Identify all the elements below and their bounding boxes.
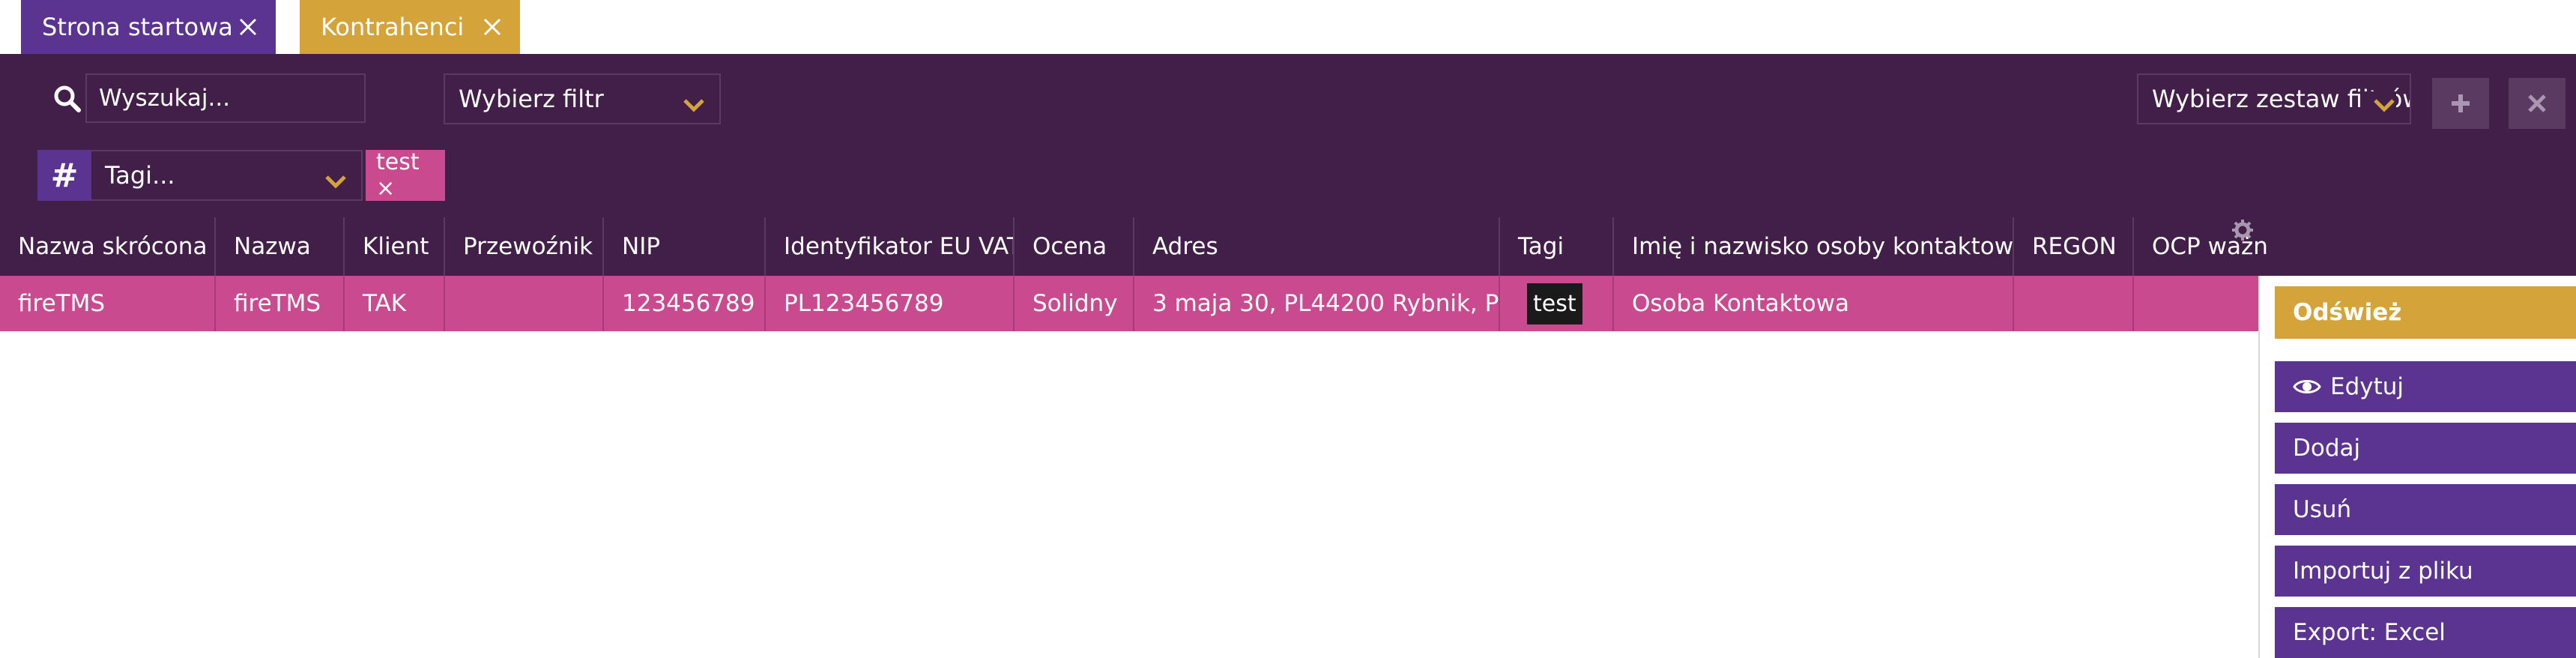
table-cell: Solidny — [1015, 276, 1134, 331]
plus-icon — [2452, 94, 2470, 112]
edit-label: Edytuj — [2330, 373, 2404, 400]
table-cell — [445, 276, 604, 331]
column-header[interactable]: Nazwa skrócona — [0, 217, 216, 276]
tag-badge: test — [1527, 283, 1582, 325]
close-icon[interactable] — [481, 0, 504, 54]
chevron-down-icon — [682, 91, 706, 112]
table-cell: fireTMS — [0, 276, 216, 331]
table-cell: fireTMS — [216, 276, 345, 331]
column-header[interactable]: Przewoźnik — [445, 217, 604, 276]
action-panel: Odśwież Edytuj Dodaj Usuń Importuj z pli… — [2258, 276, 2576, 658]
filter-set-select[interactable]: Wybierz zestaw filtrów — [2137, 73, 2411, 124]
refresh-button[interactable]: Odśwież — [2275, 286, 2576, 339]
filter-select[interactable]: Wybierz filtr — [444, 73, 721, 124]
edit-button[interactable]: Edytuj — [2275, 361, 2576, 412]
search-input[interactable] — [85, 73, 366, 123]
close-icon — [2528, 94, 2546, 112]
chevron-down-icon — [2372, 91, 2396, 112]
tab-bar: Strona startowa Kontrahenci — [0, 0, 2576, 54]
column-header[interactable]: Identyfikator EU VAT — [766, 217, 1015, 276]
column-header[interactable]: NIP — [604, 217, 766, 276]
tab-strona-startowa[interactable]: Strona startowa — [21, 0, 276, 54]
column-header[interactable]: Ocena — [1015, 217, 1134, 276]
table-header: Nazwa skrócona Nazwa Klient Przewoźnik N… — [0, 217, 2576, 276]
delete-button[interactable]: Usuń — [2275, 484, 2576, 535]
clear-filter-set-button[interactable] — [2509, 78, 2566, 129]
column-header[interactable]: REGON — [2014, 217, 2134, 276]
table-cell: TAK — [345, 276, 445, 331]
close-icon[interactable] — [237, 0, 259, 54]
hash-icon: # — [37, 150, 91, 201]
table-cell: Osoba Kontaktowa — [1614, 276, 2014, 331]
gear-icon[interactable] — [2231, 219, 2254, 241]
table-cell — [2134, 276, 2258, 331]
import-button[interactable]: Importuj z pliku — [2275, 546, 2576, 597]
tab-kontrahenci[interactable]: Kontrahenci — [300, 0, 520, 54]
column-header[interactable]: Adres — [1134, 217, 1500, 276]
active-tag-chip[interactable]: test × — [366, 149, 445, 202]
table-cell: PL123456789 — [766, 276, 1015, 331]
tab-label: Kontrahenci — [321, 13, 465, 41]
table-cell — [2014, 276, 2134, 331]
search-icon — [52, 84, 82, 114]
tags-select-label: Tagi... — [105, 161, 175, 190]
table-row[interactable]: fireTMS fireTMS TAK 123456789 PL12345678… — [0, 276, 2258, 331]
table-cell: 123456789 — [604, 276, 766, 331]
column-header[interactable]: Klient — [345, 217, 445, 276]
tab-label: Strona startowa — [42, 13, 233, 41]
filter-panel: Wybierz filtr Wybierz zestaw filtrów # T… — [0, 54, 2576, 217]
column-header[interactable]: Nazwa — [216, 217, 345, 276]
table-cell: test — [1500, 276, 1614, 331]
eye-icon — [2293, 380, 2321, 393]
chevron-down-icon — [324, 168, 348, 189]
tags-select[interactable]: Tagi... — [91, 150, 363, 201]
filter-select-label: Wybierz filtr — [459, 85, 604, 113]
table-cell: 3 maja 30, PL44200 Rybnik, PL — [1134, 276, 1500, 331]
add-button[interactable]: Dodaj — [2275, 423, 2576, 474]
add-filter-set-button[interactable] — [2432, 78, 2489, 129]
export-excel-button[interactable]: Export: Excel — [2275, 607, 2576, 658]
column-header[interactable]: Tagi — [1500, 217, 1614, 276]
column-header[interactable]: Imię i nazwisko osoby kontaktowej — [1614, 217, 2014, 276]
